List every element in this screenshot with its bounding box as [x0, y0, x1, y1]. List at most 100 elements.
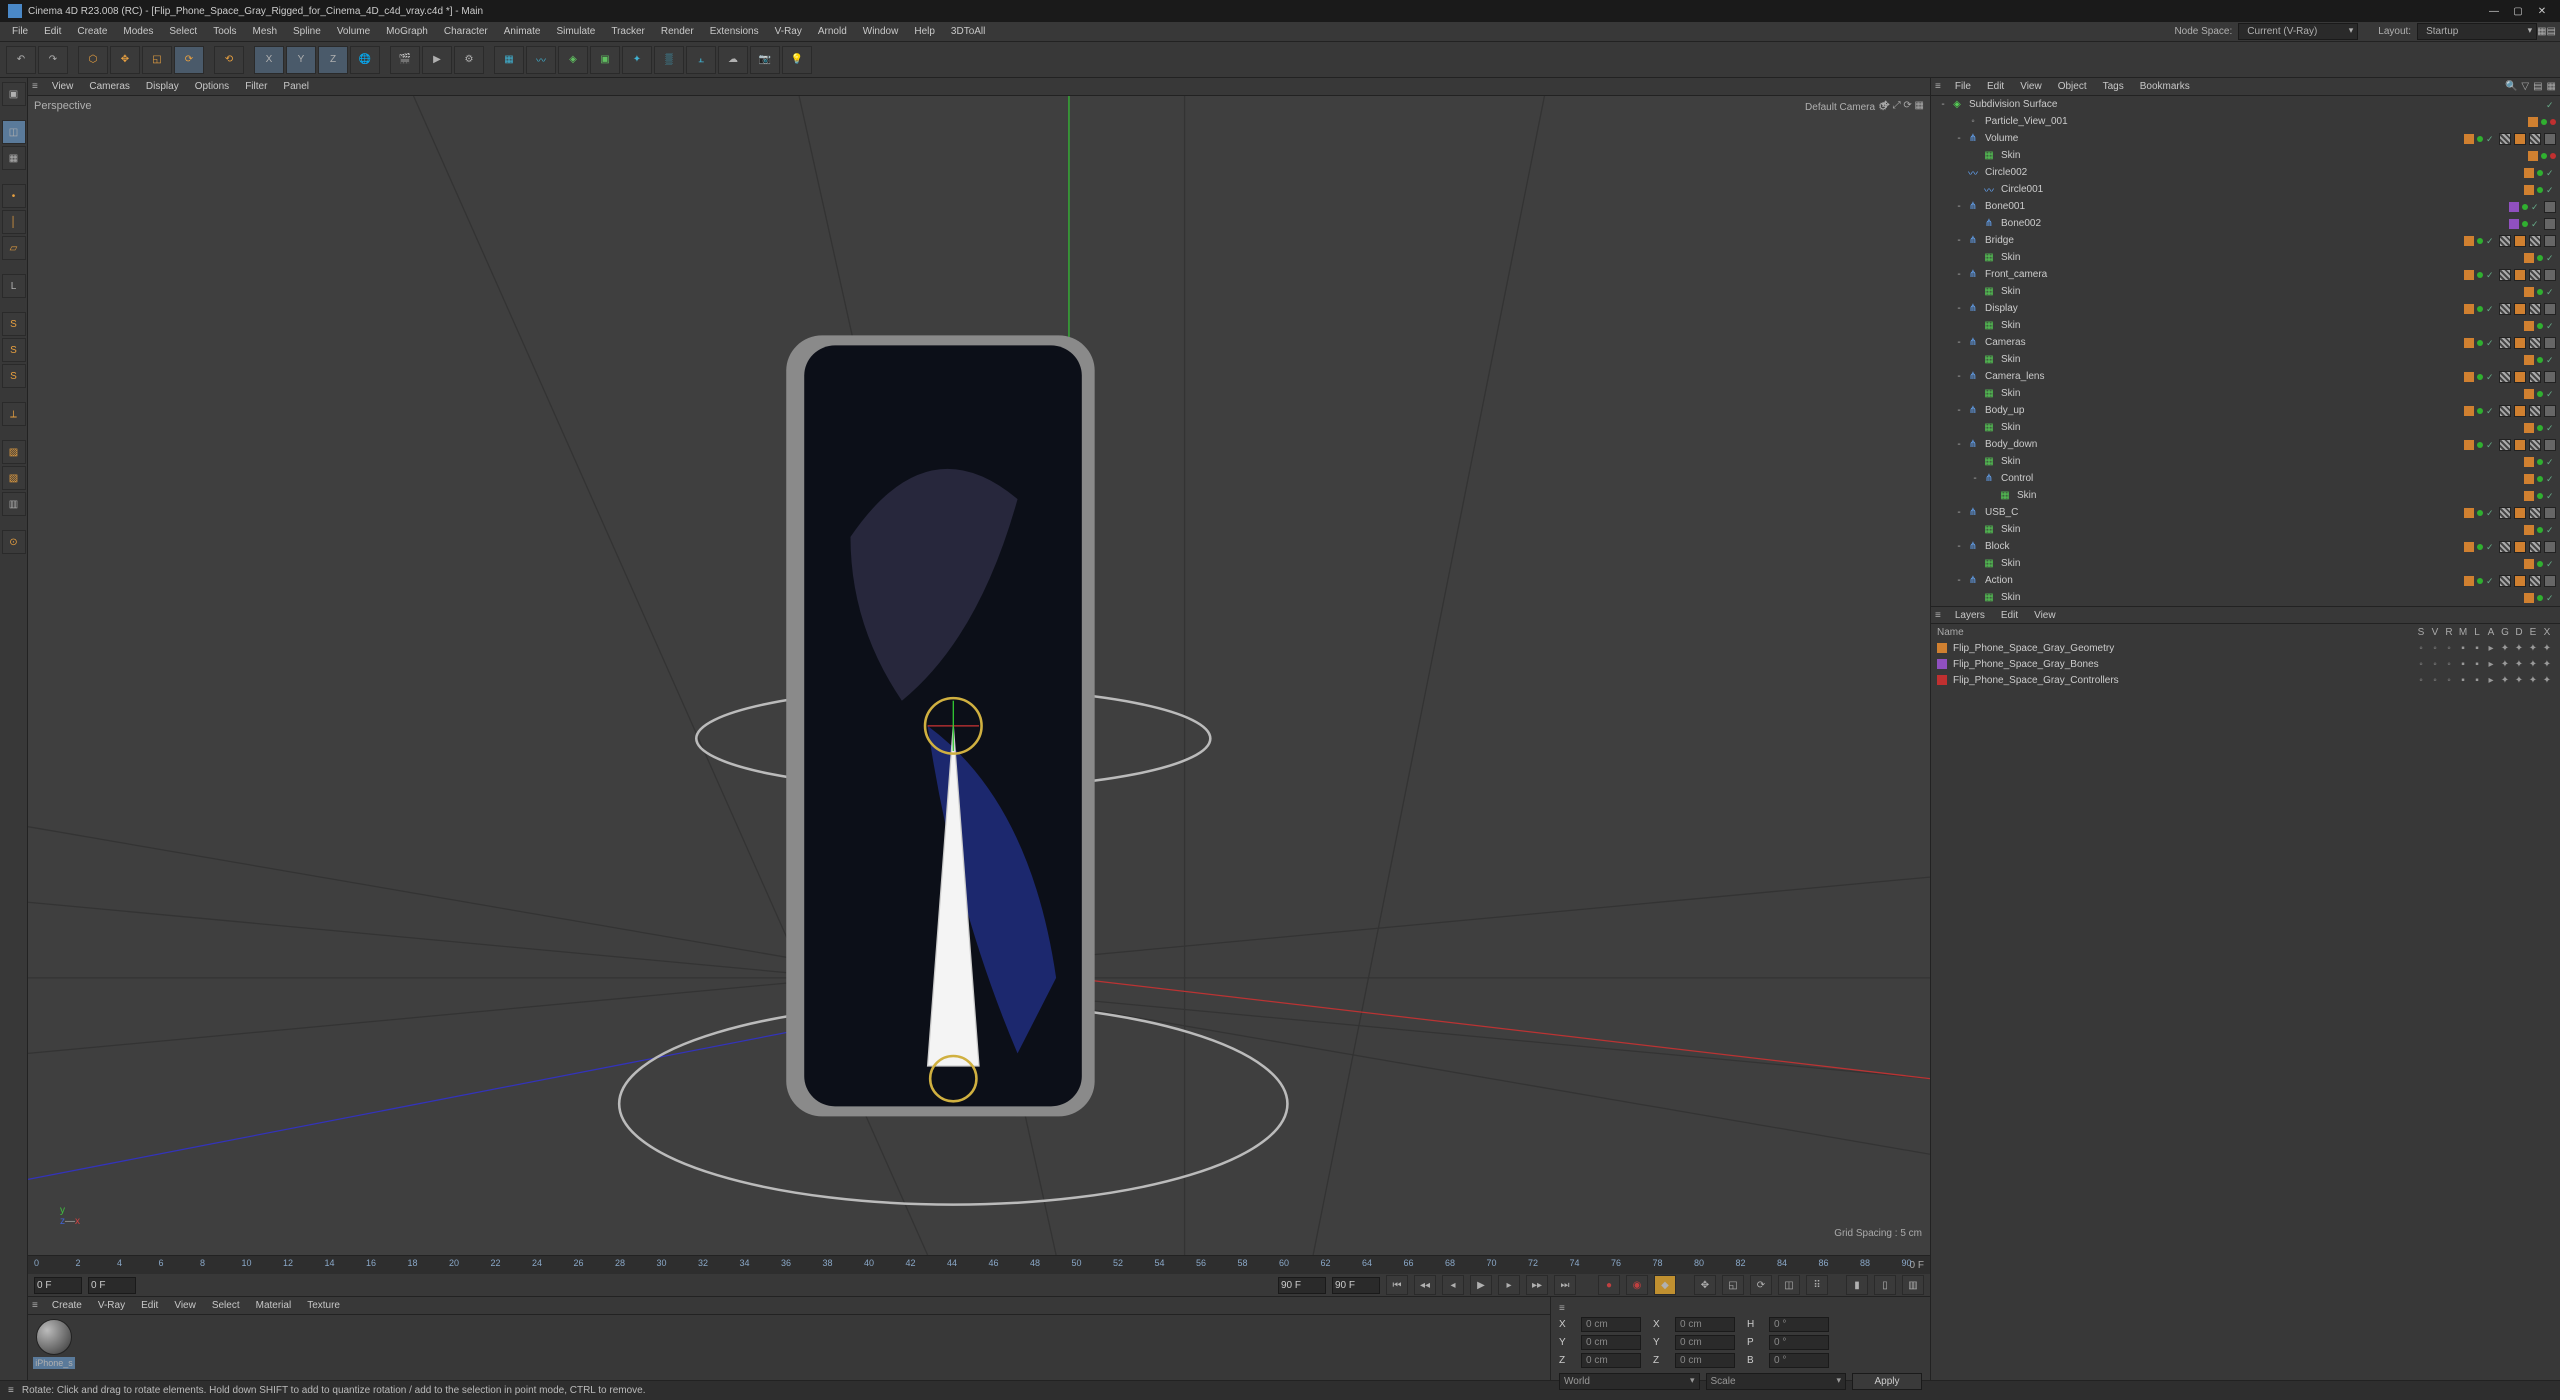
- object-row[interactable]: - ⋔ Body_down ✓: [1931, 436, 2560, 453]
- om-menu-object[interactable]: Object: [2050, 79, 2095, 94]
- layers-menu-edit[interactable]: Edit: [1993, 608, 2026, 623]
- menu-mesh[interactable]: Mesh: [245, 24, 285, 39]
- object-name[interactable]: Camera_lens: [1981, 371, 2464, 382]
- object-name[interactable]: Skin: [1997, 456, 2524, 467]
- layer-row[interactable]: Flip_Phone_Space_Gray_Controllers ◦◦◦ ▪▪…: [1931, 672, 2560, 688]
- object-name[interactable]: Skin: [1997, 354, 2524, 365]
- mat-menu-material[interactable]: Material: [248, 1298, 300, 1313]
- menu-animate[interactable]: Animate: [496, 24, 549, 39]
- layer-flag[interactable]: ▸: [2484, 675, 2498, 686]
- texture-mode[interactable]: ▦: [2, 146, 26, 170]
- object-name[interactable]: Particle_View_001: [1981, 116, 2528, 127]
- vp-menu-panel[interactable]: Panel: [275, 79, 317, 94]
- vp-menu-cameras[interactable]: Cameras: [81, 79, 138, 94]
- go-start[interactable]: ⏮: [1386, 1275, 1408, 1295]
- menu-file[interactable]: File: [4, 24, 36, 39]
- object-row[interactable]: 〰 Circle001 ✓: [1931, 181, 2560, 198]
- object-name[interactable]: Bridge: [1981, 235, 2464, 246]
- twist-icon[interactable]: -: [1953, 439, 1965, 450]
- coord-p[interactable]: 0 °: [1769, 1335, 1829, 1350]
- object-name[interactable]: Control: [1997, 473, 2524, 484]
- layer-flag[interactable]: ✦: [2526, 659, 2540, 670]
- object-name[interactable]: Circle002: [1981, 167, 2524, 178]
- object-name[interactable]: Display: [1981, 303, 2464, 314]
- object-name[interactable]: Front_camera: [1981, 269, 2464, 280]
- om-view-a[interactable]: ▤: [2533, 81, 2542, 92]
- layer-flag[interactable]: ✦: [2512, 659, 2526, 670]
- add-light[interactable]: 💡: [782, 46, 812, 74]
- vp-menu-options[interactable]: Options: [187, 79, 237, 94]
- object-row[interactable]: ▦ Skin ✓: [1931, 487, 2560, 504]
- twist-icon[interactable]: -: [1953, 133, 1965, 144]
- menu-help[interactable]: Help: [906, 24, 943, 39]
- add-mograph[interactable]: ✦: [622, 46, 652, 74]
- object-name[interactable]: Body_up: [1981, 405, 2464, 416]
- playback-b[interactable]: ▯: [1874, 1275, 1896, 1295]
- om-menu-tags[interactable]: Tags: [2095, 79, 2132, 94]
- layers-list[interactable]: Flip_Phone_Space_Gray_Geometry ◦◦◦ ▪▪ ▸ …: [1931, 640, 2560, 688]
- layer-row[interactable]: Flip_Phone_Space_Gray_Geometry ◦◦◦ ▪▪ ▸ …: [1931, 640, 2560, 656]
- axis-x-toggle[interactable]: X: [254, 46, 284, 74]
- axis-z-toggle[interactable]: Z: [318, 46, 348, 74]
- om-view-b[interactable]: ▦: [2547, 81, 2556, 92]
- coord-world-dropdown[interactable]: World: [1559, 1373, 1700, 1390]
- object-name[interactable]: Skin: [1997, 320, 2524, 331]
- snap-b[interactable]: S: [2, 338, 26, 362]
- add-camera[interactable]: 📷: [750, 46, 780, 74]
- layout-icon-a[interactable]: ▦: [2537, 26, 2546, 37]
- layer-flag[interactable]: ✦: [2540, 659, 2554, 670]
- object-row[interactable]: - ⋔ Display ✓: [1931, 300, 2560, 317]
- go-end[interactable]: ⏭: [1554, 1275, 1576, 1295]
- vp-menu-filter[interactable]: Filter: [237, 79, 275, 94]
- last-tool[interactable]: ⟲: [214, 46, 244, 74]
- coord-system[interactable]: 🌐: [350, 46, 380, 74]
- layout-dropdown[interactable]: Startup: [2417, 23, 2537, 40]
- layer-flag[interactable]: ▪: [2470, 659, 2484, 670]
- object-row[interactable]: ▦ Skin ✓: [1931, 283, 2560, 300]
- twist-icon[interactable]: -: [1953, 371, 1965, 382]
- object-row[interactable]: - ⋔ Block ✓: [1931, 538, 2560, 555]
- object-row[interactable]: ▦ Skin ✓: [1931, 555, 2560, 572]
- object-row[interactable]: ▦ Skin: [1931, 147, 2560, 164]
- timeline-end-b[interactable]: 90 F: [1332, 1277, 1380, 1294]
- twist-icon[interactable]: -: [1953, 575, 1965, 586]
- object-row[interactable]: ▦ Skin ✓: [1931, 419, 2560, 436]
- twist-icon[interactable]: -: [1953, 303, 1965, 314]
- key-pla[interactable]: ◫: [1778, 1275, 1800, 1295]
- make-editable[interactable]: ▣: [2, 82, 26, 106]
- menu-extensions[interactable]: Extensions: [702, 24, 767, 39]
- layer-flag[interactable]: ✦: [2540, 675, 2554, 686]
- object-row[interactable]: - ⋔ Bone001 ✓: [1931, 198, 2560, 215]
- object-row[interactable]: ▦ Skin ✓: [1931, 589, 2560, 606]
- object-row[interactable]: - ⋔ Front_camera ✓: [1931, 266, 2560, 283]
- layers-menu-view[interactable]: View: [2026, 608, 2064, 623]
- select-tool[interactable]: ⬡: [78, 46, 108, 74]
- layer-flag[interactable]: ✦: [2526, 675, 2540, 686]
- menu-window[interactable]: Window: [855, 24, 907, 39]
- object-name[interactable]: Skin: [1997, 524, 2524, 535]
- object-row[interactable]: - ⋔ Volume ✓: [1931, 130, 2560, 147]
- step-fwd[interactable]: ▸: [1498, 1275, 1520, 1295]
- mat-menu-edit[interactable]: Edit: [133, 1298, 166, 1313]
- undo-button[interactable]: ↶: [6, 46, 36, 74]
- layer-flag[interactable]: ◦: [2442, 675, 2456, 686]
- layer-flag[interactable]: ✦: [2526, 643, 2540, 654]
- object-name[interactable]: Skin: [2013, 490, 2524, 501]
- object-name[interactable]: Volume: [1981, 133, 2464, 144]
- poly-mode[interactable]: ▱: [2, 236, 26, 260]
- menu-select[interactable]: Select: [161, 24, 205, 39]
- layer-flag[interactable]: ▪: [2470, 643, 2484, 654]
- layer-flag[interactable]: ✦: [2540, 643, 2554, 654]
- object-row[interactable]: - ⋔ Bridge ✓: [1931, 232, 2560, 249]
- object-row[interactable]: ▦ Skin ✓: [1931, 453, 2560, 470]
- material-chip[interactable]: iPhone_s: [32, 1319, 76, 1376]
- object-name[interactable]: Skin: [1997, 422, 2524, 433]
- object-name[interactable]: Skin: [1997, 150, 2528, 161]
- rotate-tool[interactable]: ⟳: [174, 46, 204, 74]
- object-name[interactable]: Subdivision Surface: [1965, 99, 2533, 110]
- coord-apply-button[interactable]: Apply: [1852, 1373, 1922, 1390]
- om-menu-view[interactable]: View: [2012, 79, 2050, 94]
- move-tool[interactable]: ✥: [110, 46, 140, 74]
- render-view[interactable]: 🎬: [390, 46, 420, 74]
- menu-tools[interactable]: Tools: [205, 24, 244, 39]
